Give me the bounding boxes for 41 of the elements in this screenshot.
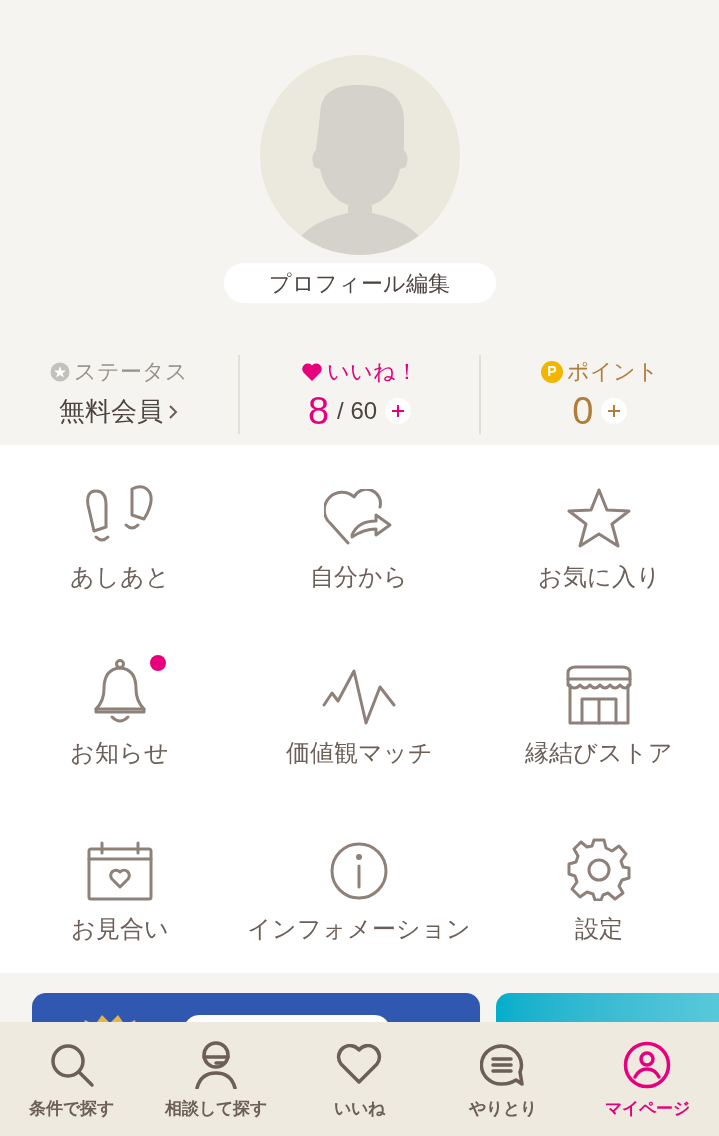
pulse-line-icon	[322, 669, 397, 725]
storefront-icon	[564, 665, 635, 725]
search-icon	[48, 1042, 95, 1088]
menu-item[interactable]: 自分から	[239, 445, 480, 621]
points-label: ポイント	[566, 358, 659, 386]
plus-icon	[391, 404, 406, 418]
menu-item[interactable]: お気に入り	[479, 445, 719, 621]
info-icon	[329, 841, 390, 901]
user-circle-icon	[623, 1041, 672, 1089]
star-icon	[566, 487, 633, 549]
points-value: 0	[572, 389, 594, 434]
tab[interactable]: 条件で探す	[0, 1022, 144, 1136]
calendar-heart-icon	[85, 841, 154, 901]
heart-icon	[301, 361, 323, 382]
heart-icon	[336, 1044, 383, 1086]
likes-limit: / 60	[337, 396, 378, 426]
menu-item[interactable]: インフォメーション	[239, 797, 480, 973]
tab[interactable]: マイページ	[575, 1022, 719, 1136]
tab[interactable]: いいね	[287, 1022, 432, 1136]
headset-person-icon	[192, 1041, 239, 1089]
avatar-placeholder-icon	[259, 55, 460, 255]
likes-label: いいね！	[327, 358, 418, 386]
plus-icon	[607, 404, 622, 418]
tab[interactable]: 相談して探す	[143, 1022, 288, 1136]
tab[interactable]: やりとり	[431, 1022, 576, 1136]
settings-icon	[567, 837, 632, 901]
chat-bubble-icon	[480, 1042, 527, 1088]
menu-item[interactable]: あしあと	[0, 445, 240, 621]
menu-item[interactable]: お知らせ	[0, 621, 240, 797]
menu-item[interactable]: お見合い	[0, 797, 240, 973]
menu-item[interactable]: 設定	[479, 797, 719, 973]
add-likes-button[interactable]	[385, 398, 412, 424]
membership-status-link[interactable]: 無料会員	[59, 392, 180, 431]
status-label: ステータス	[74, 358, 189, 386]
points-badge: P	[540, 360, 563, 383]
edit-profile-button[interactable]: プロフィール編集	[223, 263, 496, 303]
chevron-icon	[167, 402, 180, 421]
likes-count: 8	[307, 389, 330, 434]
menu-item[interactable]: 縁結びストア	[479, 621, 719, 797]
menu-item[interactable]: 価値観マッチ	[239, 621, 480, 797]
add-points-button[interactable]	[601, 398, 628, 424]
